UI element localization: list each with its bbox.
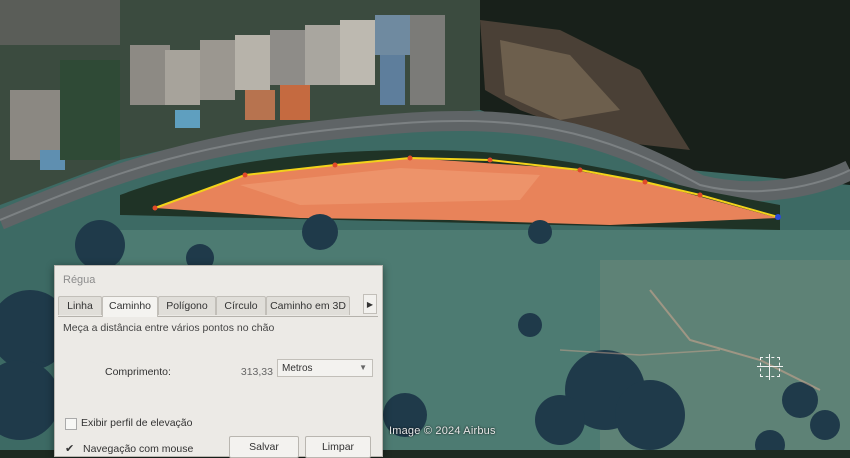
length-label: Comprimento: [105, 366, 171, 378]
tab-caminho-3d[interactable]: Caminho em 3D [266, 296, 350, 315]
elevation-profile-checkbox[interactable] [65, 418, 77, 430]
mouse-navigation-label: Navegação com mouse [83, 443, 194, 455]
dialog-title: Régua [63, 274, 96, 286]
elevation-profile-label: Exibir perfil de elevação [81, 417, 193, 429]
chevron-down-icon: ▼ [359, 363, 367, 372]
length-value: 313,33 [240, 366, 273, 378]
tab-caminho[interactable]: Caminho [102, 296, 158, 317]
crosshair-cursor-icon [757, 354, 783, 380]
tab-circulo[interactable]: Círculo [216, 296, 266, 315]
unit-select[interactable]: Metros ▼ [277, 359, 373, 377]
ruler-tabs: Linha Caminho Polígono Círculo Caminho e… [58, 296, 378, 317]
unit-select-value: Metros [282, 363, 313, 374]
tabs-scroll-right-icon[interactable]: ▶ [363, 294, 377, 314]
clear-button[interactable]: Limpar [305, 436, 371, 458]
save-button[interactable]: Salvar [229, 436, 299, 458]
imagery-attribution: Image © 2024 Airbus [389, 425, 496, 437]
tab-poligono[interactable]: Polígono [158, 296, 216, 315]
ruler-dialog[interactable]: Régua Linha Caminho Polígono Círculo Cam… [54, 265, 383, 458]
mouse-navigation-checkbox[interactable]: ✔ [65, 444, 75, 455]
tab-linha[interactable]: Linha [58, 296, 102, 315]
tool-description: Meça a distância entre vários pontos no … [63, 322, 275, 334]
